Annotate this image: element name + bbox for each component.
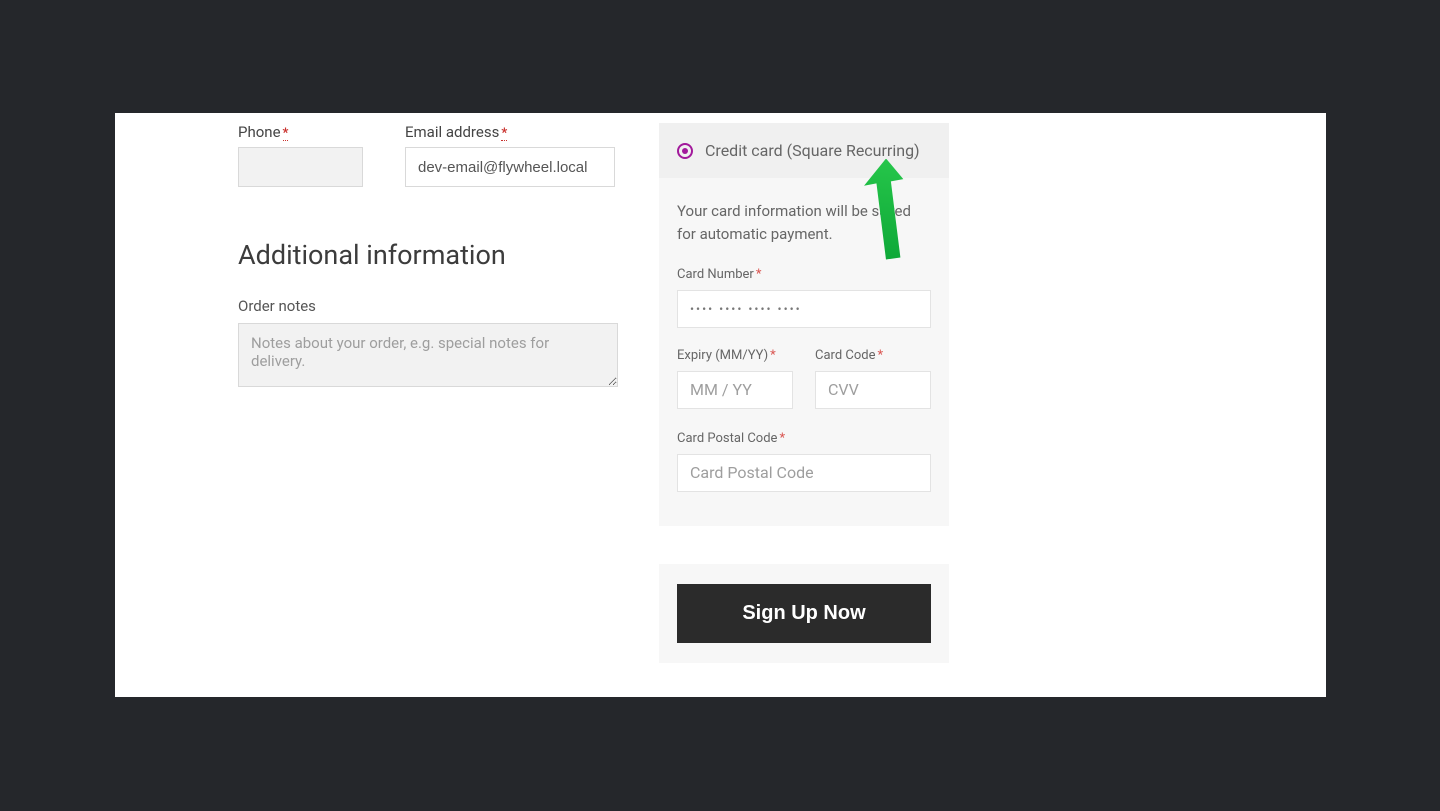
expiry-input[interactable]: MM / YY [677,371,793,409]
signup-wrap: Sign Up Now [659,564,949,663]
cvv-label-text: Card Code [815,348,875,363]
order-notes-label: Order notes [238,297,626,315]
phone-label: Phone * [238,123,363,141]
required-asterisk: * [283,127,289,141]
cvv-label: Card Code* [815,348,931,363]
cvv-placeholder: CVV [828,380,859,399]
payment-method-header[interactable]: Credit card (Square Recurring) [659,123,949,178]
required-asterisk: * [779,431,785,446]
email-label-text: Email address [405,123,499,141]
card-number-input[interactable]: •••• •••• •••• •••• [677,290,931,328]
radio-selected-icon [677,143,693,159]
expiry-label: Expiry (MM/YY)* [677,348,793,363]
email-input[interactable] [405,147,615,187]
required-asterisk: * [877,348,883,363]
cvv-input[interactable]: CVV [815,371,931,409]
card-number-label: Card Number* [677,267,931,282]
postal-label-text: Card Postal Code [677,431,777,446]
postal-placeholder: Card Postal Code [690,463,814,482]
billing-column: Phone * Email address * Additional infor… [238,123,626,391]
payment-method-label: Credit card (Square Recurring) [705,141,920,160]
payment-column: Credit card (Square Recurring) Your card… [659,123,949,663]
payment-method-body: Your card information will be saved for … [659,178,949,526]
sign-up-button[interactable]: Sign Up Now [677,584,931,643]
expiry-placeholder: MM / YY [690,380,752,399]
phone-input[interactable] [238,147,363,187]
payment-description: Your card information will be saved for … [677,200,931,247]
checkout-page: Phone * Email address * Additional infor… [115,113,1326,697]
payment-method-box: Credit card (Square Recurring) Your card… [659,123,949,526]
phone-label-text: Phone [238,123,281,141]
card-number-placeholder: •••• •••• •••• •••• [690,302,802,316]
additional-info-heading: Additional information [238,239,626,271]
postal-label: Card Postal Code* [677,431,931,446]
expiry-label-text: Expiry (MM/YY) [677,348,768,363]
postal-input[interactable]: Card Postal Code [677,454,931,492]
phone-field-wrap: Phone * [238,123,363,187]
order-notes-textarea[interactable] [238,323,618,387]
required-asterisk: * [756,267,762,282]
email-field-wrap: Email address * [405,123,615,187]
email-label: Email address * [405,123,615,141]
required-asterisk: * [770,348,776,363]
required-asterisk: * [501,127,507,141]
card-number-label-text: Card Number [677,267,754,282]
